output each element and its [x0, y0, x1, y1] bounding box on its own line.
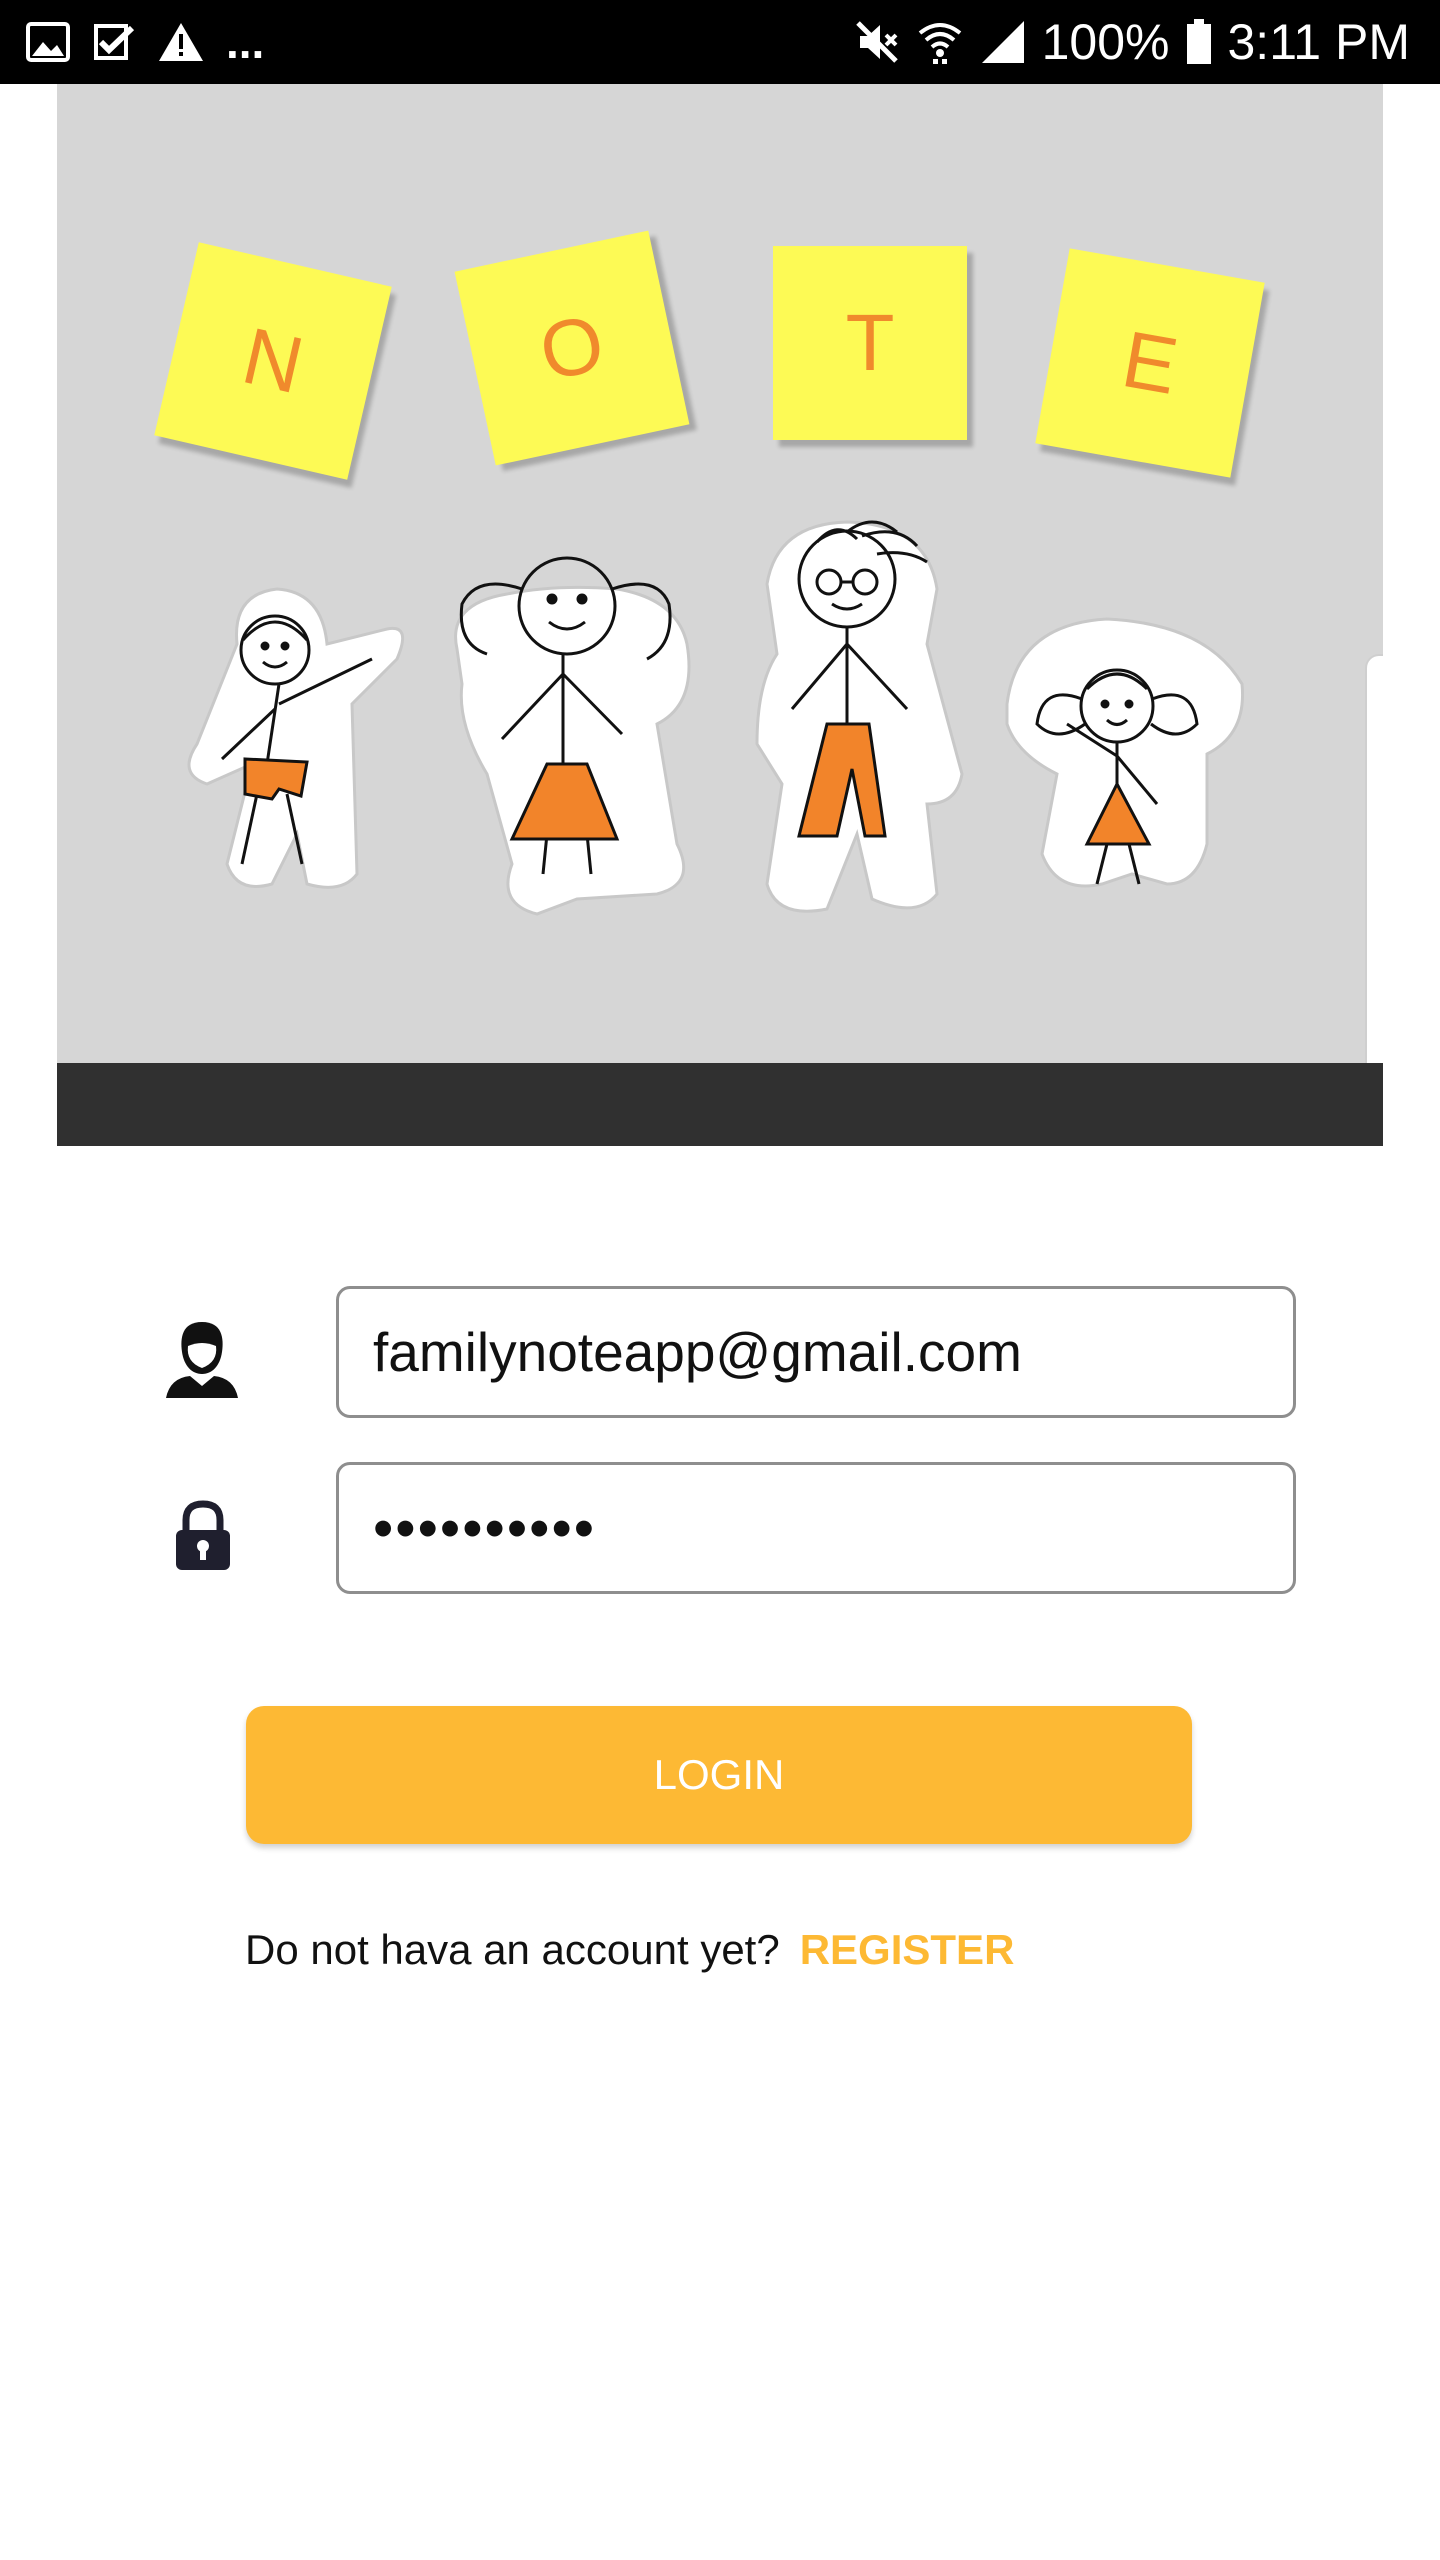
password-value: ••••••••••	[373, 1495, 597, 1561]
battery-percent: 100%	[1041, 14, 1170, 70]
register-row: Do not hava an account yet? REGISTER	[245, 1920, 1014, 1980]
register-link[interactable]: REGISTER	[800, 1926, 1015, 1974]
more-notifications: ...	[226, 16, 265, 68]
password-field[interactable]: ••••••••••	[336, 1462, 1296, 1594]
lock-icon	[172, 1500, 234, 1577]
hero-banner-image: N O T E	[57, 84, 1383, 1146]
check-icon	[92, 22, 136, 62]
user-icon	[160, 1316, 244, 1405]
status-bar: ... 100% 3:11 PM	[0, 0, 1440, 84]
register-prompt: Do not hava an account yet?	[245, 1926, 780, 1973]
wifi-icon	[916, 19, 964, 65]
battery-icon	[1186, 19, 1212, 65]
clock: 3:11 PM	[1227, 14, 1411, 70]
email-field[interactable]: familynoteapp@gmail.com	[336, 1286, 1296, 1418]
mute-icon	[854, 19, 900, 65]
login-button[interactable]: LOGIN	[246, 1706, 1192, 1844]
hero-caption-bar	[57, 1063, 1383, 1146]
stick-figures-illustration	[187, 520, 1245, 916]
warning-icon	[158, 21, 204, 63]
image-icon	[26, 22, 70, 62]
signal-icon	[980, 19, 1026, 65]
email-value: familynoteapp@gmail.com	[373, 1321, 1022, 1383]
login-button-label: LOGIN	[653, 1751, 785, 1798]
